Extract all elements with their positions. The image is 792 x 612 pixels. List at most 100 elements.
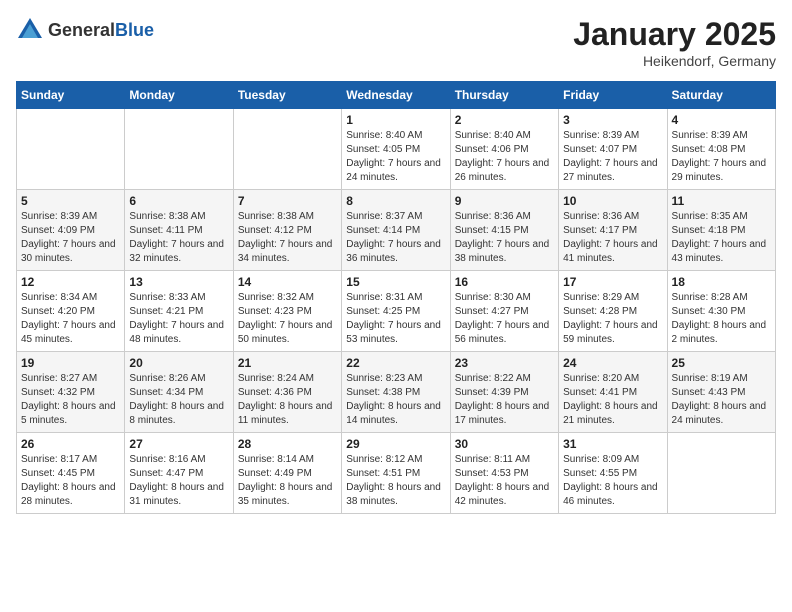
cell-content-6: Sunrise: 8:38 AM Sunset: 4:11 PM Dayligh… [129, 210, 228, 266]
cell-content-27: Sunrise: 8:16 AM Sunset: 4:47 PM Dayligh… [129, 453, 228, 509]
cell-content-23: Sunrise: 8:22 AM Sunset: 4:39 PM Dayligh… [455, 372, 554, 428]
day-number-11: 11 [672, 194, 771, 208]
calendar-title: January 2025 [573, 16, 776, 53]
cell-content-4: Sunrise: 8:39 AM Sunset: 4:08 PM Dayligh… [672, 129, 771, 185]
calendar-subtitle: Heikendorf, Germany [573, 53, 776, 69]
cell-1-4: 9 Sunrise: 8:36 AM Sunset: 4:15 PM Daylig… [450, 190, 558, 271]
cell-4-1: 27 Sunrise: 8:16 AM Sunset: 4:47 PM Dayli… [125, 433, 233, 514]
cell-content-3: Sunrise: 8:39 AM Sunset: 4:07 PM Dayligh… [563, 129, 662, 185]
title-block: January 2025 Heikendorf, Germany [573, 16, 776, 69]
day-number-13: 13 [129, 275, 228, 289]
cell-content-15: Sunrise: 8:31 AM Sunset: 4:25 PM Dayligh… [346, 291, 445, 347]
week-row-5: 26 Sunrise: 8:17 AM Sunset: 4:45 PM Dayli… [17, 433, 776, 514]
day-number-29: 29 [346, 437, 445, 451]
cell-1-2: 7Sunrise: 8:38 AM Sunset: 4:12 PM Daylig… [233, 190, 341, 271]
logo: GeneralBlue [16, 16, 154, 44]
cell-3-5: 24Sunrise: 8:20 AM Sunset: 4:41 PM Dayli… [559, 352, 667, 433]
day-number-8: 8 [346, 194, 445, 208]
day-number-6: 6 [129, 194, 228, 208]
cell-0-6: 4 Sunrise: 8:39 AM Sunset: 4:08 PM Daylig… [667, 109, 775, 190]
calendar-header-row: SundayMondayTuesdayWednesdayThursdayFrid… [17, 82, 776, 109]
cell-2-6: 18 Sunrise: 8:28 AM Sunset: 4:30 PM Dayli… [667, 271, 775, 352]
cell-3-4: 23 Sunrise: 8:22 AM Sunset: 4:39 PM Dayli… [450, 352, 558, 433]
cell-content-20: Sunrise: 8:26 AM Sunset: 4:34 PM Dayligh… [129, 372, 228, 428]
cell-4-2: 28 Sunrise: 8:14 AM Sunset: 4:49 PM Dayli… [233, 433, 341, 514]
day-number-22: 22 [346, 356, 445, 370]
day-number-26: 26 [21, 437, 120, 451]
header-saturday: Saturday [667, 82, 775, 109]
day-number-27: 27 [129, 437, 228, 451]
cell-content-13: Sunrise: 8:33 AM Sunset: 4:21 PM Dayligh… [129, 291, 228, 347]
cell-content-16: Sunrise: 8:30 AM Sunset: 4:27 PM Dayligh… [455, 291, 554, 347]
cell-1-0: 5Sunrise: 8:39 AM Sunset: 4:09 PM Daylig… [17, 190, 125, 271]
cell-content-8: Sunrise: 8:37 AM Sunset: 4:14 PM Dayligh… [346, 210, 445, 266]
cell-content-21: Sunrise: 8:24 AM Sunset: 4:36 PM Dayligh… [238, 372, 337, 428]
header-monday: Monday [125, 82, 233, 109]
cell-content-9: Sunrise: 8:36 AM Sunset: 4:15 PM Dayligh… [455, 210, 554, 266]
cell-2-0: 12Sunrise: 8:34 AM Sunset: 4:20 PM Dayli… [17, 271, 125, 352]
cell-3-3: 22 Sunrise: 8:23 AM Sunset: 4:38 PM Dayli… [342, 352, 450, 433]
day-number-25: 25 [672, 356, 771, 370]
cell-content-1: Sunrise: 8:40 AM Sunset: 4:05 PM Dayligh… [346, 129, 445, 185]
cell-4-6 [667, 433, 775, 514]
day-number-31: 31 [563, 437, 662, 451]
day-number-3: 3 [563, 113, 662, 127]
cell-content-17: Sunrise: 8:29 AM Sunset: 4:28 PM Dayligh… [563, 291, 662, 347]
week-row-1: 1 Sunrise: 8:40 AM Sunset: 4:05 PM Daylig… [17, 109, 776, 190]
logo-text-general: General [48, 20, 115, 40]
day-number-23: 23 [455, 356, 554, 370]
week-row-3: 12Sunrise: 8:34 AM Sunset: 4:20 PM Dayli… [17, 271, 776, 352]
day-number-28: 28 [238, 437, 337, 451]
cell-content-18: Sunrise: 8:28 AM Sunset: 4:30 PM Dayligh… [672, 291, 771, 347]
logo-icon [16, 16, 44, 44]
day-number-9: 9 [455, 194, 554, 208]
day-number-2: 2 [455, 113, 554, 127]
cell-content-7: Sunrise: 8:38 AM Sunset: 4:12 PM Dayligh… [238, 210, 337, 266]
calendar-table: SundayMondayTuesdayWednesdayThursdayFrid… [16, 81, 776, 514]
day-number-14: 14 [238, 275, 337, 289]
cell-content-25: Sunrise: 8:19 AM Sunset: 4:43 PM Dayligh… [672, 372, 771, 428]
day-number-20: 20 [129, 356, 228, 370]
cell-0-3: 1 Sunrise: 8:40 AM Sunset: 4:05 PM Daylig… [342, 109, 450, 190]
cell-1-5: 10 Sunrise: 8:36 AM Sunset: 4:17 PM Dayli… [559, 190, 667, 271]
page-header: GeneralBlue January 2025 Heikendorf, Ger… [16, 16, 776, 69]
cell-content-28: Sunrise: 8:14 AM Sunset: 4:49 PM Dayligh… [238, 453, 337, 509]
cell-3-1: 20 Sunrise: 8:26 AM Sunset: 4:34 PM Dayli… [125, 352, 233, 433]
day-number-30: 30 [455, 437, 554, 451]
cell-2-5: 17Sunrise: 8:29 AM Sunset: 4:28 PM Dayli… [559, 271, 667, 352]
cell-content-26: Sunrise: 8:17 AM Sunset: 4:45 PM Dayligh… [21, 453, 120, 509]
day-number-1: 1 [346, 113, 445, 127]
cell-content-11: Sunrise: 8:35 AM Sunset: 4:18 PM Dayligh… [672, 210, 771, 266]
day-number-5: 5 [21, 194, 120, 208]
cell-content-2: Sunrise: 8:40 AM Sunset: 4:06 PM Dayligh… [455, 129, 554, 185]
day-number-10: 10 [563, 194, 662, 208]
header-thursday: Thursday [450, 82, 558, 109]
cell-0-5: 3 Sunrise: 8:39 AM Sunset: 4:07 PM Daylig… [559, 109, 667, 190]
cell-content-14: Sunrise: 8:32 AM Sunset: 4:23 PM Dayligh… [238, 291, 337, 347]
cell-3-2: 21Sunrise: 8:24 AM Sunset: 4:36 PM Dayli… [233, 352, 341, 433]
header-sunday: Sunday [17, 82, 125, 109]
cell-content-24: Sunrise: 8:20 AM Sunset: 4:41 PM Dayligh… [563, 372, 662, 428]
cell-3-0: 19Sunrise: 8:27 AM Sunset: 4:32 PM Dayli… [17, 352, 125, 433]
logo-text-blue: Blue [115, 20, 154, 40]
cell-content-29: Sunrise: 8:12 AM Sunset: 4:51 PM Dayligh… [346, 453, 445, 509]
day-number-4: 4 [672, 113, 771, 127]
cell-0-0 [17, 109, 125, 190]
cell-1-3: 8 Sunrise: 8:37 AM Sunset: 4:14 PM Daylig… [342, 190, 450, 271]
day-number-16: 16 [455, 275, 554, 289]
cell-4-0: 26 Sunrise: 8:17 AM Sunset: 4:45 PM Dayli… [17, 433, 125, 514]
cell-2-3: 15 Sunrise: 8:31 AM Sunset: 4:25 PM Dayli… [342, 271, 450, 352]
cell-content-30: Sunrise: 8:11 AM Sunset: 4:53 PM Dayligh… [455, 453, 554, 509]
cell-content-19: Sunrise: 8:27 AM Sunset: 4:32 PM Dayligh… [21, 372, 120, 428]
cell-content-10: Sunrise: 8:36 AM Sunset: 4:17 PM Dayligh… [563, 210, 662, 266]
cell-0-1 [125, 109, 233, 190]
cell-content-22: Sunrise: 8:23 AM Sunset: 4:38 PM Dayligh… [346, 372, 445, 428]
cell-2-1: 13 Sunrise: 8:33 AM Sunset: 4:21 PM Dayli… [125, 271, 233, 352]
cell-content-31: Sunrise: 8:09 AM Sunset: 4:55 PM Dayligh… [563, 453, 662, 509]
cell-content-12: Sunrise: 8:34 AM Sunset: 4:20 PM Dayligh… [21, 291, 120, 347]
day-number-15: 15 [346, 275, 445, 289]
day-number-18: 18 [672, 275, 771, 289]
cell-4-5: 31 Sunrise: 8:09 AM Sunset: 4:55 PM Dayli… [559, 433, 667, 514]
cell-4-4: 30 Sunrise: 8:11 AM Sunset: 4:53 PM Dayli… [450, 433, 558, 514]
header-tuesday: Tuesday [233, 82, 341, 109]
